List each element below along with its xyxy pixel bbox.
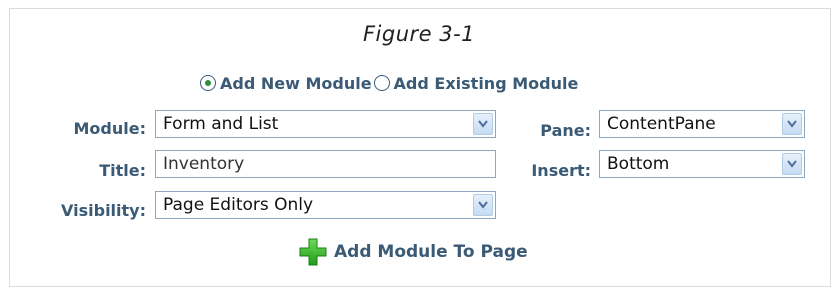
title-label: Title: (99, 161, 146, 180)
pane-select[interactable]: ContentPane (599, 110, 805, 138)
add-new-module-radio[interactable] (200, 75, 216, 91)
visibility-select-value: Page Editors Only (163, 195, 314, 215)
insert-label: Insert: (531, 161, 591, 180)
visibility-label: Visibility: (61, 201, 146, 220)
module-label: Module: (73, 119, 147, 138)
insert-select-value: Bottom (607, 154, 670, 174)
add-existing-module-radio[interactable] (373, 75, 390, 91)
figure-caption: Figure 3-1 (362, 22, 476, 46)
mode-radio-group: Add New Module Add Existing Module (200, 71, 580, 95)
add-new-module-label[interactable]: Add New Module (220, 74, 372, 93)
title-input[interactable]: Inventory (155, 150, 496, 178)
module-select-value: Form and List (163, 114, 279, 134)
chevron-down-icon[interactable] (473, 194, 493, 216)
add-existing-module-label[interactable]: Add Existing Module (394, 74, 579, 93)
chevron-down-icon[interactable] (782, 113, 802, 135)
pane-label: Pane: (540, 121, 591, 140)
title-input-value: Inventory (163, 154, 245, 174)
add-module-to-page-label[interactable]: Add Module To Page (334, 242, 528, 262)
plus-icon[interactable] (298, 237, 328, 267)
visibility-select[interactable]: Page Editors Only (155, 191, 496, 219)
module-select[interactable]: Form and List (155, 110, 496, 138)
insert-select[interactable]: Bottom (599, 150, 805, 178)
chevron-down-icon[interactable] (473, 113, 493, 135)
add-module-to-page-button[interactable]: Add Module To Page (298, 237, 528, 267)
pane-select-value: ContentPane (607, 114, 716, 134)
chevron-down-icon[interactable] (782, 153, 802, 175)
